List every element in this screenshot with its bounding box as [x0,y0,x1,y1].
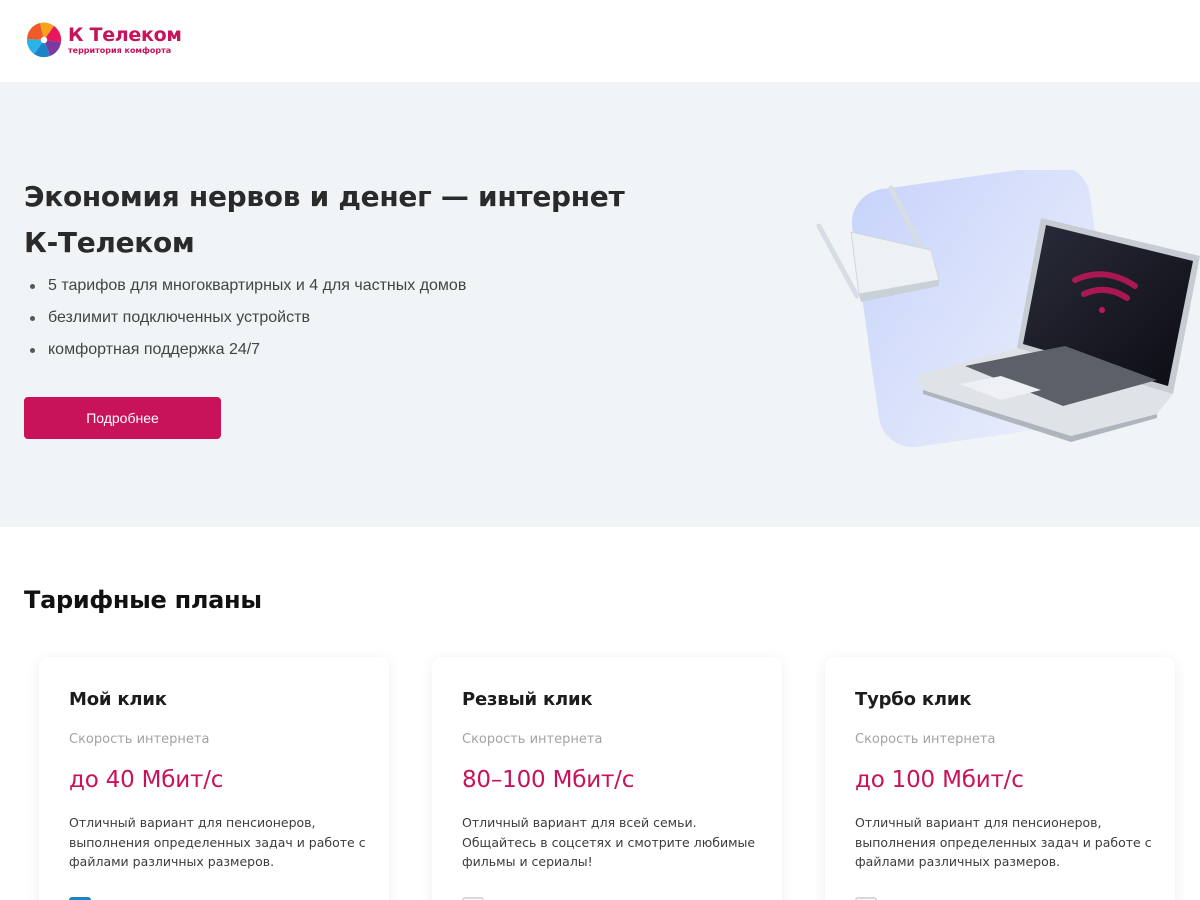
hero-section: Экономия нервов и денег — интернет К-Тел… [0,82,1200,527]
tariff-description: Отличный вариант для всей семьи. Общайте… [462,815,756,869]
logo-link[interactable]: К Телеком территория комфорта [24,20,182,60]
tariff-name: Резвый клик [462,689,593,710]
hero-illustration [816,170,1200,448]
speed-value: 80–100 Мбит/с [462,767,635,793]
tariff-card-turbo-klik[interactable]: Турбо клик Скорость интернета до 100 Мби… [825,657,1175,900]
speed-label: Скорость интернета [462,732,603,747]
tariff-cards: Мой клик Скорость интернета до 40 Мбит/с… [0,657,1200,900]
hero-benefit-item: 5 тарифов для многоквартирных и 4 для ча… [30,274,466,306]
logo-tagline: территория комфорта [68,45,172,55]
tariff-name: Мой клик [69,689,167,710]
k-telecom-logo-icon [26,22,62,58]
tariff-name: Турбо клик [855,689,972,710]
logo-name: К Телеком [68,23,182,46]
speed-value: до 40 Мбит/с [69,767,224,793]
speed-value: до 100 Мбит/с [855,767,1024,793]
tariff-description: Отличный вариант для пенсионеров, выполн… [855,815,1152,869]
hero-benefit-item: комфортная поддержка 24/7 [30,338,466,370]
details-button[interactable]: Подробнее [24,397,221,439]
hero-benefit-item: безлимит подключенных устройств [30,306,466,338]
speed-label: Скорость интернета [855,732,996,747]
tariffs-title: Тарифные планы [24,586,262,614]
tariff-description: Отличный вариант для пенсионеров, выполн… [69,815,366,869]
site-header: К Телеком территория комфорта [0,0,1200,82]
hero-title: Экономия нервов и денег — интернет К-Тел… [24,180,625,259]
tariff-card-moy-klik[interactable]: Мой клик Скорость интернета до 40 Мбит/с… [39,657,389,900]
tariff-card-rezvyy-klik[interactable]: Резвый клик Скорость интернета 80–100 Мб… [432,657,782,900]
speed-label: Скорость интернета [69,732,210,747]
hero-benefits-list: 5 тарифов для многоквартирных и 4 для ча… [30,274,466,370]
